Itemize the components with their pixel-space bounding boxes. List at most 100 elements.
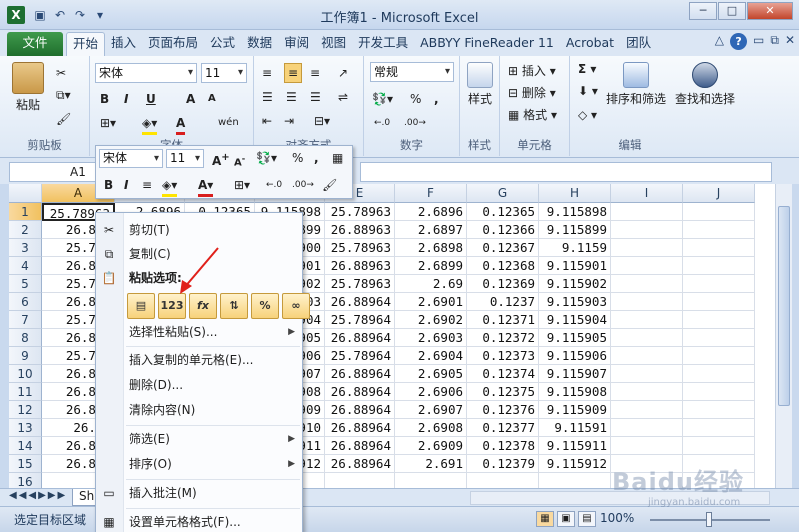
align-middle-icon[interactable]: ≡	[284, 63, 303, 83]
align-right-icon[interactable]: ☰	[310, 88, 321, 106]
row-header[interactable]: 3	[9, 239, 42, 257]
cell[interactable]: 26.88964	[325, 329, 395, 347]
cell[interactable]: 2.6908	[395, 419, 467, 437]
cell[interactable]: 2.6909	[395, 437, 467, 455]
cell[interactable]: 2.6903	[395, 329, 467, 347]
tab-acrobat[interactable]: Acrobat	[560, 32, 620, 56]
cell[interactable]: 26.88964	[325, 383, 395, 401]
cell[interactable]: 0.12378	[467, 437, 539, 455]
cell[interactable]	[611, 329, 683, 347]
orientation-icon[interactable]: ↗	[338, 64, 348, 82]
cell[interactable]: 9.115908	[539, 383, 611, 401]
row-header[interactable]: 12	[9, 401, 42, 419]
cell[interactable]: 2.6897	[395, 221, 467, 239]
mini-increase-decimal-icon[interactable]: ←.0	[266, 176, 282, 194]
merge-center-icon[interactable]: ⊟▾	[314, 112, 330, 130]
cell[interactable]	[683, 347, 755, 365]
page-break-view-icon[interactable]: ▤	[578, 511, 596, 527]
paste-button[interactable]: 粘贴	[8, 62, 48, 113]
select-all-corner[interactable]	[9, 184, 42, 203]
mini-border-icon[interactable]: ⊞▾	[234, 176, 250, 194]
cell[interactable]: 9.115898	[539, 203, 611, 221]
cell[interactable]: 2.6907	[395, 401, 467, 419]
mini-align-center-icon[interactable]: ≡	[142, 176, 152, 194]
close-button[interactable]: ✕	[747, 2, 793, 20]
cell[interactable]: 0.12369	[467, 275, 539, 293]
cell[interactable]	[683, 221, 755, 239]
column-header[interactable]: J	[683, 184, 755, 203]
cell[interactable]: 0.12368	[467, 257, 539, 275]
paste-default-icon[interactable]: ▤	[127, 293, 155, 319]
cell[interactable]: 2.6898	[395, 239, 467, 257]
mini-bold-icon[interactable]: B	[104, 176, 113, 194]
cell[interactable]: 26.88964	[325, 293, 395, 311]
column-header[interactable]: F	[395, 184, 467, 203]
cell[interactable]: 26.88964	[325, 365, 395, 383]
underline-button[interactable]: U	[146, 90, 156, 108]
cell[interactable]: 9.115906	[539, 347, 611, 365]
cell[interactable]: 9.115912	[539, 455, 611, 473]
zoom-slider-knob[interactable]	[706, 512, 712, 527]
row-header[interactable]: 7	[9, 311, 42, 329]
cell[interactable]	[325, 473, 395, 488]
cell[interactable]	[683, 401, 755, 419]
row-header[interactable]: 16	[9, 473, 42, 488]
font-size-combo[interactable]: 11	[201, 63, 247, 83]
cell[interactable]: 9.1159	[539, 239, 611, 257]
copy-icon[interactable]: ⧉▾	[56, 86, 71, 104]
menu-item-clear-contents[interactable]: 清除内容(N)	[129, 399, 299, 421]
cell[interactable]: 9.115911	[539, 437, 611, 455]
cell[interactable]	[683, 383, 755, 401]
styles-button[interactable]: 样式	[462, 62, 498, 107]
row-header[interactable]: 13	[9, 419, 42, 437]
wrap-text-icon[interactable]: ⇌	[338, 88, 348, 106]
cell[interactable]: 26.88963	[325, 257, 395, 275]
menu-item-format-cells[interactable]: ▦ 设置单元格格式(F)...	[103, 511, 299, 532]
cell[interactable]	[683, 311, 755, 329]
fill-color-icon[interactable]: ◈▾	[142, 114, 158, 135]
vertical-scrollbar[interactable]	[775, 184, 792, 488]
cell[interactable]	[611, 239, 683, 257]
row-header[interactable]: 11	[9, 383, 42, 401]
cell[interactable]: 0.12366	[467, 221, 539, 239]
tab-view[interactable]: 视图	[315, 32, 352, 56]
cut-icon[interactable]: ✂	[56, 64, 66, 82]
cell[interactable]	[611, 437, 683, 455]
cell[interactable]: 9.115909	[539, 401, 611, 419]
mini-italic-icon[interactable]: I	[124, 176, 128, 194]
cell[interactable]: 0.12365	[467, 203, 539, 221]
cell[interactable]: 9.115903	[539, 293, 611, 311]
doc-close-icon[interactable]: ✕	[785, 33, 795, 50]
border-icon[interactable]: ⊞▾	[100, 114, 116, 132]
minimize-button[interactable]: ─	[689, 2, 717, 20]
doc-minimize-icon[interactable]: ▭	[753, 33, 764, 50]
mini-font-color-icon[interactable]: A▾	[198, 176, 214, 197]
cell[interactable]	[395, 473, 467, 488]
column-header[interactable]: I	[611, 184, 683, 203]
cell[interactable]: 0.12373	[467, 347, 539, 365]
cell[interactable]	[611, 203, 683, 221]
cell[interactable]: 9.115899	[539, 221, 611, 239]
row-header[interactable]: 15	[9, 455, 42, 473]
currency-icon[interactable]: 💱▾	[372, 90, 393, 108]
cell[interactable]	[611, 221, 683, 239]
tab-developer[interactable]: 开发工具	[352, 32, 414, 56]
mini-shrink-font-icon[interactable]: A-	[234, 149, 245, 172]
mini-grow-font-icon[interactable]: A+	[212, 149, 230, 170]
cell[interactable]: 0.1237	[467, 293, 539, 311]
clear-icon[interactable]: ◇ ▾	[578, 106, 597, 124]
tab-file[interactable]: 文件	[7, 32, 63, 56]
phonetic-icon[interactable]: wén	[218, 114, 239, 132]
cell[interactable]	[467, 473, 539, 488]
cell[interactable]: 2.6905	[395, 365, 467, 383]
align-left-icon[interactable]: ☰	[262, 88, 273, 106]
tab-page-layout[interactable]: 页面布局	[142, 32, 204, 56]
cell[interactable]	[539, 473, 611, 488]
autosum-icon[interactable]: Σ ▾	[578, 60, 596, 78]
tab-team[interactable]: 团队	[620, 32, 657, 56]
cell[interactable]	[611, 365, 683, 383]
doc-restore-icon[interactable]: ⧉	[770, 33, 779, 50]
cell[interactable]	[683, 239, 755, 257]
cell[interactable]: 2.6902	[395, 311, 467, 329]
number-format-combo[interactable]: 常规	[370, 62, 454, 82]
